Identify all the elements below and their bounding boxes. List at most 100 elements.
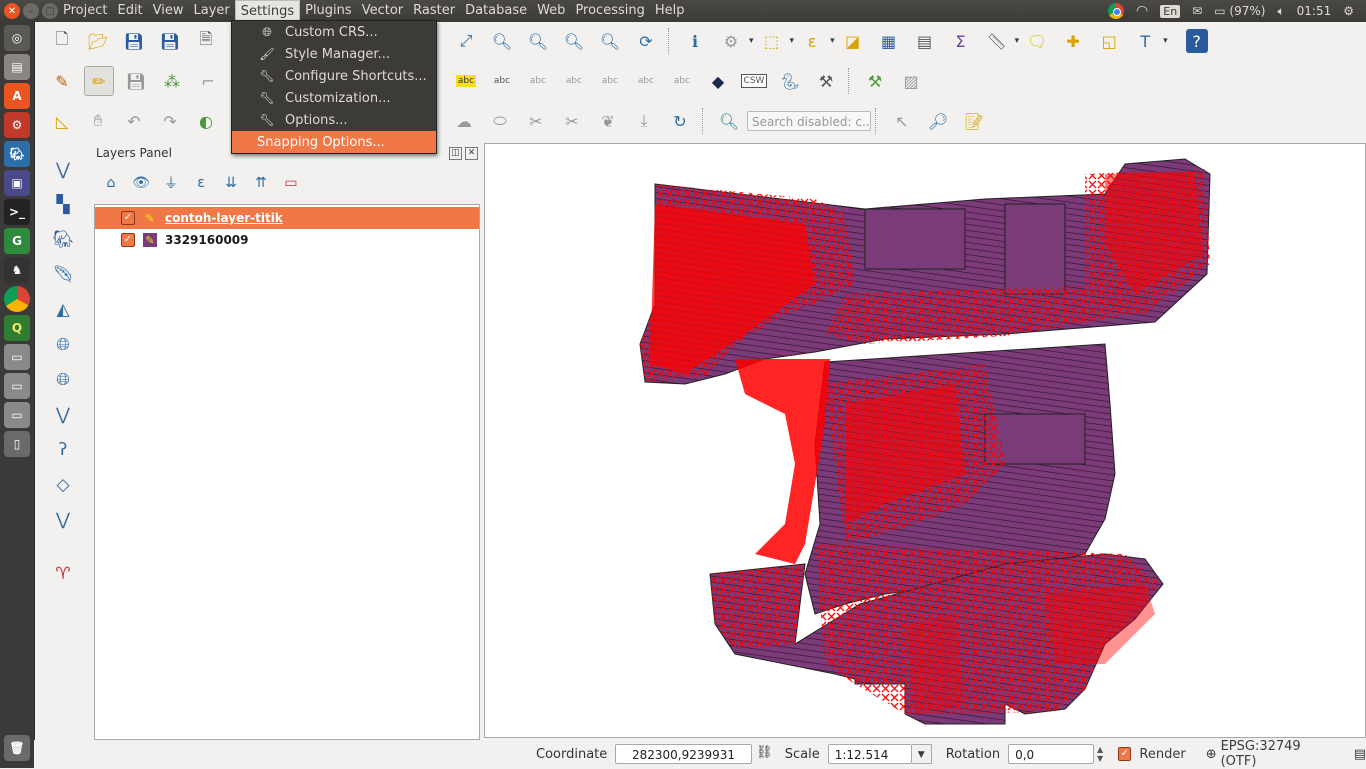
toolbar-grip[interactable]	[668, 28, 673, 54]
merge-features-icon[interactable]: ❦	[594, 107, 622, 135]
new-shapefile-icon[interactable]: ⋁	[48, 505, 78, 535]
toolbar-grip-4[interactable]	[875, 108, 880, 134]
pan-feature-icon[interactable]: ✋︎	[84, 107, 112, 135]
layer-item-contoh-layer-titik[interactable]: ✓ ✎ contoh-layer-titik	[95, 207, 479, 229]
menu-help[interactable]: Help	[650, 0, 690, 22]
label-highlight-icon[interactable]: abc	[524, 67, 552, 95]
plugin-tool-icon[interactable]: ⚒	[812, 67, 840, 95]
toolbar-grip-2[interactable]	[848, 68, 853, 94]
remove-layer-icon[interactable]: ▭	[280, 173, 302, 193]
collapse-all-icon[interactable]: ⇈	[250, 173, 272, 193]
dash-icon[interactable]: ◎	[4, 25, 30, 51]
menu-database[interactable]: Database	[460, 0, 532, 22]
locator-search-icon[interactable]: 🔍︎	[715, 107, 743, 135]
float-panel-icon[interactable]: ◫	[449, 147, 462, 160]
qgis-launcher-icon[interactable]: Q	[4, 315, 30, 341]
zoom-next-icon[interactable]: 🔍︎	[596, 27, 624, 55]
clock[interactable]: 01:51	[1297, 4, 1332, 18]
toolbar-grip-3[interactable]	[702, 108, 707, 134]
note-edit-icon[interactable]: 📝︎	[960, 107, 988, 135]
add-postgis-layer-icon[interactable]: 🐘︎	[48, 225, 78, 255]
chrome-indicator-icon[interactable]	[1108, 3, 1125, 19]
new-project-icon[interactable]: 🗋	[48, 27, 76, 55]
help-icon[interactable]: ?	[1185, 29, 1208, 53]
screen-app-icon[interactable]: ▣	[4, 170, 30, 196]
open-layer-styling-icon[interactable]: ⌂	[100, 173, 122, 193]
new-bookmark-icon[interactable]: ✚	[1059, 27, 1087, 55]
close-panel-icon[interactable]: ✕	[465, 147, 478, 160]
menu-project[interactable]: Project	[58, 0, 112, 22]
menu-plugins[interactable]: Plugins	[300, 0, 357, 22]
menu-item-customization[interactable]: 🔧︎ Customization...	[232, 87, 436, 109]
reshape-icon[interactable]: ☁︎	[450, 107, 478, 135]
zoom-full-icon[interactable]: ⤢	[452, 27, 480, 55]
undo-icon[interactable]: ↶	[120, 107, 148, 135]
game-icon[interactable]: ♞	[4, 257, 30, 283]
add-ring-icon[interactable]: ◐	[192, 107, 220, 135]
chrome-launcher-icon[interactable]	[4, 286, 30, 312]
software-center-icon[interactable]: A	[4, 83, 30, 109]
scale-dropdown-arrow-icon[interactable]: ▼	[911, 744, 932, 764]
close-window-button[interactable]: ✕	[4, 3, 20, 19]
power-gear-icon[interactable]: ⚙	[1343, 4, 1354, 18]
statistics-icon[interactable]: Σ	[947, 27, 975, 55]
metasearch-icon[interactable]: 🔎︎	[924, 107, 952, 135]
terminal-icon[interactable]: >_	[4, 199, 30, 225]
settings-app-icon[interactable]: ⚙	[4, 112, 30, 138]
menu-item-options[interactable]: 🔧︎ Options...	[232, 109, 436, 131]
identify-icon[interactable]: ℹ	[681, 27, 709, 55]
zoom-in-icon[interactable]: 🔍︎	[488, 27, 516, 55]
layer-item-3329160009[interactable]: ✓ ✎ 3329160009	[95, 229, 479, 251]
measure-icon[interactable]: 📏︎	[983, 27, 1011, 55]
wifi-icon[interactable]: ◠	[1136, 3, 1148, 19]
label-move-icon[interactable]: abc	[596, 67, 624, 95]
crs-globe-icon[interactable]: ⊕	[1206, 747, 1217, 762]
label-rotate-icon[interactable]: abc	[632, 67, 660, 95]
zoom-out-icon[interactable]: 🔍︎	[524, 27, 552, 55]
add-virtual-layer-icon[interactable]: ◇	[48, 470, 78, 500]
map-tips-icon[interactable]: 🗨︎	[1023, 27, 1051, 55]
expand-all-icon[interactable]: ⇊	[220, 173, 242, 193]
menu-edit[interactable]: Edit	[112, 0, 147, 22]
keyboard-layout-indicator[interactable]: En	[1160, 4, 1181, 18]
scale-field[interactable]: 1:12.514	[827, 744, 912, 764]
text-annotation-icon[interactable]: T	[1131, 27, 1159, 55]
label-change-icon[interactable]: abc	[668, 67, 696, 95]
pointer-select-icon[interactable]: ↖	[888, 107, 916, 135]
menu-item-custom-crs[interactable]: 🌐︎ Custom CRS...	[232, 21, 436, 43]
map-canvas[interactable]	[484, 143, 1366, 738]
messages-icon[interactable]: ▤	[1354, 747, 1366, 762]
split-features-icon[interactable]: ✂	[522, 107, 550, 135]
current-edits-icon[interactable]: ✎	[48, 67, 76, 95]
add-wcs-layer-icon[interactable]: 🌐︎	[48, 365, 78, 395]
gps-tools-icon[interactable]: ♈︎	[48, 559, 78, 589]
drive-icon-3[interactable]: ▭	[4, 402, 30, 428]
zoom-last-icon[interactable]: 🔍︎	[560, 27, 588, 55]
add-raster-layer-icon[interactable]: ▚	[48, 190, 78, 220]
triangle-ruler-icon[interactable]: ◺	[48, 107, 76, 135]
add-vector-layer-icon[interactable]: ⋁	[48, 155, 78, 185]
pgadmin-icon[interactable]: 🐘︎	[4, 141, 30, 167]
label-pin-icon[interactable]: abc	[488, 67, 516, 95]
processing-tool-icon[interactable]: ⚒	[861, 67, 889, 95]
menu-vector[interactable]: Vector	[357, 0, 408, 22]
toggle-editing-icon[interactable]: ✏	[84, 66, 114, 96]
menu-raster[interactable]: Raster	[408, 0, 460, 22]
menu-web[interactable]: Web	[532, 0, 570, 22]
rotation-spinbox[interactable]: 0,0 ▲ ▼	[1008, 744, 1106, 764]
crs-status[interactable]: EPSG:32749 (OTF)	[1221, 739, 1334, 769]
show-bookmarks-icon[interactable]: ◱	[1095, 27, 1123, 55]
drive-icon-4[interactable]: ▯	[4, 431, 30, 457]
add-mssql-layer-icon[interactable]: ◭	[48, 295, 78, 325]
geoserver-icon[interactable]: ◆	[704, 67, 732, 95]
mail-icon[interactable]: ✉	[1192, 4, 1202, 18]
attribute-table-icon[interactable]: ▦	[875, 27, 903, 55]
node-tool-icon[interactable]: ⌐	[194, 67, 222, 95]
offset-curve-icon[interactable]: ⬭	[486, 107, 514, 135]
coordinate-field[interactable]: 282300,9239931	[615, 744, 752, 764]
render-checkbox[interactable]: ✓	[1118, 747, 1132, 761]
volume-icon[interactable]: 🔈︎	[1277, 4, 1284, 19]
coordinate-toggle-icon[interactable]: ⛓	[756, 745, 773, 763]
drive-icon-2[interactable]: ▭	[4, 373, 30, 399]
files-icon[interactable]: ▤	[4, 54, 30, 80]
